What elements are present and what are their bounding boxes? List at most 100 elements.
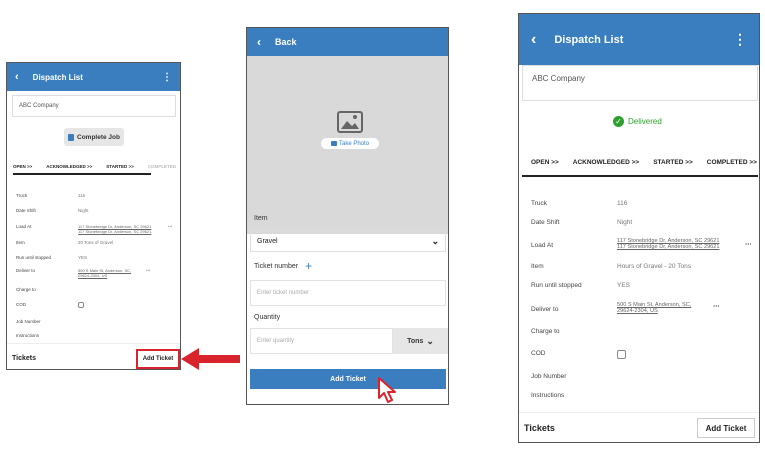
- right-app-bar: ‹ Dispatch List ⋮: [519, 14, 759, 65]
- truck-value: 116: [617, 200, 628, 207]
- job-number-label: Job Number: [16, 319, 41, 324]
- cod-checkbox[interactable]: [617, 350, 626, 359]
- tab-completed[interactable]: COMPLETED: [148, 164, 176, 169]
- tab-started[interactable]: STARTED >>: [106, 164, 133, 169]
- detail-charge-to: Charge to: [531, 328, 757, 335]
- instructions-label: Instructions: [16, 333, 40, 338]
- middle-app-bar: ‹ Back: [247, 28, 448, 56]
- truck-label: Truck: [531, 200, 548, 207]
- tab-acknowledged[interactable]: ACKNOWLEDGED >>: [46, 164, 92, 169]
- kebab-menu-icon[interactable]: ⋮: [733, 31, 747, 48]
- more-options-icon[interactable]: ⋯: [745, 238, 752, 248]
- ticket-number-placeholder: Enter ticket number: [257, 290, 310, 296]
- deliver-label: Deliver to: [16, 268, 36, 273]
- detail-load-at: Load At 117 Stonebridge Dr, Anderson, SC…: [531, 238, 757, 250]
- add-ticket-label: Add Ticket: [705, 423, 747, 433]
- load-at-label: Load At: [531, 242, 554, 249]
- tickets-label: Tickets: [12, 355, 36, 362]
- instructions-label: Instructions: [531, 392, 565, 399]
- plus-icon[interactable]: +: [305, 260, 312, 272]
- add-ticket-label: Add Ticket: [142, 356, 174, 362]
- detail-charge-to: Charge to: [16, 287, 176, 292]
- detail-instructions: Instructions: [16, 333, 176, 338]
- item-value: 20 Tons of Gravel: [78, 240, 114, 245]
- run-value: YES: [617, 282, 631, 289]
- middle-phone-screen: ‹ Back Take Photo Item Gravel ⌄ Ticket n…: [246, 27, 449, 405]
- tickets-divider: [7, 343, 180, 344]
- back-arrow-icon[interactable]: ‹: [257, 35, 261, 49]
- back-arrow-icon[interactable]: ‹: [531, 31, 536, 49]
- add-ticket-submit-label: Add Ticket: [330, 375, 366, 383]
- chevron-down-icon: ⌄: [431, 235, 439, 246]
- detail-truck: Truck 116: [531, 200, 757, 207]
- cod-label: COD: [16, 302, 26, 307]
- back-label[interactable]: Back: [275, 37, 297, 47]
- clipboard-icon: [68, 133, 74, 141]
- detail-item: Item 20 Tons of Gravel: [16, 240, 176, 245]
- page-title: Dispatch List: [554, 33, 624, 46]
- detail-cod: COD: [531, 350, 757, 359]
- complete-job-button[interactable]: Complete Job: [64, 128, 124, 146]
- detail-job-number: Job Number: [16, 319, 176, 324]
- company-card: ABC Company: [522, 65, 758, 101]
- detail-deliver-to: Deliver to 500 S Main St, Anderson, SC, …: [16, 268, 176, 278]
- tab-underline: [13, 173, 151, 175]
- charge-label: Charge to: [531, 328, 560, 335]
- detail-load-at: Load At 117 Stonebridge Dr, Anderson, SC…: [16, 224, 176, 234]
- status-label: Delivered: [628, 117, 662, 126]
- truck-value: 116: [78, 193, 86, 198]
- left-phone-screen: ‹ Dispatch List ⋮ ABC Company Complete J…: [6, 62, 181, 370]
- tab-started[interactable]: STARTED >>: [653, 159, 693, 166]
- ticket-number-field[interactable]: Enter ticket number: [250, 280, 446, 306]
- load-at-address-2[interactable]: 117 Stonebridge Dr, Anderson, SC 29621: [617, 244, 743, 250]
- photo-area[interactable]: Take Photo: [247, 56, 448, 234]
- quantity-label: Quantity: [254, 314, 281, 321]
- detail-item: Item Hours of Gravel - 20 Tons: [531, 263, 757, 270]
- more-options-icon[interactable]: ⋯: [713, 302, 720, 310]
- camera-icon: [330, 141, 337, 146]
- tickets-divider: [519, 412, 759, 413]
- quantity-field[interactable]: Enter quantity: [250, 328, 393, 354]
- status-tabs: OPEN >> ACKNOWLEDGED >> STARTED >> COMPL…: [531, 159, 757, 166]
- load-at-address-2[interactable]: 117 Stonebridge Dr, Anderson, SC 29621: [78, 229, 166, 234]
- unit-select[interactable]: Tons ⌄: [393, 328, 448, 354]
- unit-value: Tons: [407, 337, 424, 345]
- detail-truck: Truck 116: [16, 193, 176, 198]
- tab-acknowledged[interactable]: ACKNOWLEDGED >>: [573, 159, 639, 166]
- deliver-address-2[interactable]: 29624-2304, US: [78, 273, 146, 278]
- add-ticket-button[interactable]: Add Ticket: [697, 418, 755, 438]
- take-photo-button[interactable]: Take Photo: [321, 138, 379, 149]
- detail-run-until-stopped: Run until stopped YES: [531, 282, 757, 289]
- detail-deliver-to: Deliver to 500 S Main St, Anderson, SC, …: [531, 302, 757, 314]
- item-select[interactable]: Gravel ⌄: [250, 230, 446, 252]
- tab-open[interactable]: OPEN >>: [531, 159, 559, 166]
- tab-open[interactable]: OPEN >>: [13, 164, 32, 169]
- item-label: Item: [531, 263, 544, 270]
- date-shift-label: Date Shift: [531, 219, 560, 226]
- add-ticket-submit-button[interactable]: Add Ticket: [250, 369, 446, 389]
- run-value: YES: [78, 255, 88, 260]
- cod-checkbox[interactable]: [78, 302, 84, 308]
- deliver-label: Deliver to: [531, 306, 559, 313]
- run-label: Run until stopped: [16, 255, 52, 260]
- kebab-menu-icon[interactable]: ⋮: [162, 72, 172, 83]
- status-tabs: OPEN >> ACKNOWLEDGED >> STARTED >> COMPL…: [13, 164, 176, 169]
- tab-completed[interactable]: COMPLETED >>: [707, 159, 757, 166]
- cod-label: COD: [531, 350, 546, 357]
- more-options-icon[interactable]: ⋯: [168, 224, 173, 230]
- ticket-number-header: Ticket number +: [254, 260, 312, 272]
- company-name: ABC Company: [532, 74, 585, 83]
- right-phone-screen: ‹ Dispatch List ⋮ ABC Company ✓ Delivere…: [518, 13, 760, 443]
- detail-date-shift: Date Shift Night: [16, 208, 176, 213]
- complete-job-label: Complete Job: [77, 133, 120, 141]
- add-ticket-button[interactable]: Add Ticket: [136, 349, 180, 369]
- more-options-icon[interactable]: ⋯: [146, 268, 151, 274]
- page-title: Dispatch List: [32, 72, 83, 82]
- take-photo-label: Take Photo: [338, 140, 370, 147]
- cursor-pointer-icon: [378, 377, 396, 403]
- back-arrow-icon[interactable]: ‹: [15, 71, 19, 83]
- quantity-placeholder: Enter quantity: [257, 338, 295, 344]
- deliver-address-2[interactable]: 29624-2304, US: [617, 308, 713, 314]
- date-shift-value: Night: [617, 219, 633, 226]
- company-name: ABC Company: [19, 103, 59, 109]
